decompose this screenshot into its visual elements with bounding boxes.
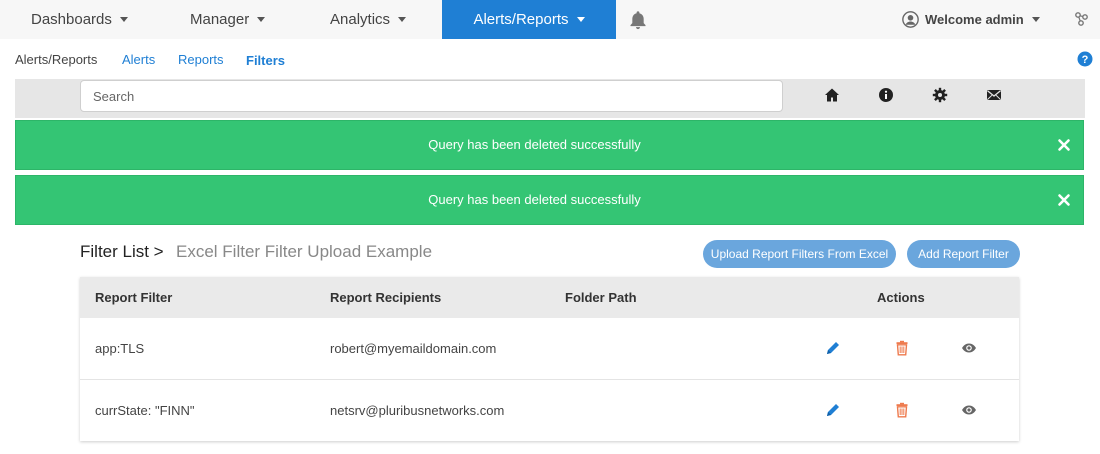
nav-analytics[interactable]: Analytics — [330, 0, 407, 39]
alert-message: Query has been deleted successfully — [428, 137, 641, 152]
bell-icon[interactable] — [627, 9, 649, 31]
subnav-reports[interactable]: Reports — [178, 52, 224, 67]
nav-alerts-reports[interactable]: Alerts/Reports — [442, 0, 616, 39]
nav-analytics-label: Analytics — [330, 11, 391, 28]
nav-dashboards[interactable]: Dashboards — [31, 0, 128, 39]
subnav-alerts-reports[interactable]: Alerts/Reports — [15, 52, 97, 67]
column-header-report-recipients: Report Recipients — [330, 290, 442, 305]
column-header-report-filter: Report Filter — [95, 290, 173, 305]
report-filter-table: Report Filter Report Recipients Folder P… — [80, 277, 1019, 441]
nav-manager-label: Manager — [190, 11, 250, 28]
table-row: app:TLS robert@myemaildomain.com — [80, 318, 1019, 379]
top-navbar: Dashboards Manager Analytics Alerts/Repo… — [0, 0, 1100, 39]
welcome-label: Welcome admin — [925, 12, 1024, 27]
cell-report-recipients: robert@myemaildomain.com — [330, 341, 497, 356]
network-icon[interactable] — [1074, 11, 1090, 27]
user-menu[interactable]: Welcome admin — [902, 0, 1040, 39]
close-icon[interactable] — [1057, 138, 1071, 152]
success-alert: Query has been deleted successfully — [15, 120, 1084, 170]
gear-icon[interactable] — [932, 87, 948, 103]
eye-icon[interactable] — [961, 340, 977, 356]
column-header-actions: Actions — [877, 290, 925, 305]
svg-text:?: ? — [1082, 54, 1089, 66]
user-circle-icon — [902, 10, 919, 28]
close-icon[interactable] — [1057, 193, 1071, 207]
home-icon[interactable] — [824, 87, 840, 103]
table-row: currState: "FINN" netsrv@pluribusnetwork… — [80, 379, 1019, 441]
success-alert: Query has been deleted successfully — [15, 175, 1084, 225]
subnav-filters[interactable]: Filters — [246, 53, 285, 68]
help-icon[interactable]: ? — [1077, 51, 1093, 67]
chevron-down-icon — [1031, 17, 1040, 23]
trash-icon[interactable] — [894, 340, 910, 356]
cell-report-filter: app:TLS — [95, 341, 145, 356]
filter-list-subtitle: Excel Filter Filter Upload Example — [176, 242, 433, 261]
subnav-alerts[interactable]: Alerts — [122, 52, 155, 67]
search-input[interactable] — [80, 80, 783, 112]
nav-alerts-reports-label: Alerts/Reports — [473, 11, 569, 28]
chevron-down-icon — [119, 16, 128, 22]
info-icon[interactable] — [878, 87, 894, 103]
mail-icon[interactable] — [986, 87, 1002, 103]
nav-dashboards-label: Dashboards — [31, 11, 112, 28]
filter-list-title: Filter List > — [80, 242, 164, 261]
chevron-down-icon — [257, 16, 266, 22]
trash-icon[interactable] — [894, 402, 910, 418]
add-report-filter-button[interactable]: Add Report Filter — [907, 240, 1020, 268]
chevron-down-icon — [398, 16, 407, 22]
edit-icon[interactable] — [825, 402, 841, 418]
table-header: Report Filter Report Recipients Folder P… — [80, 277, 1019, 318]
alert-message: Query has been deleted successfully — [428, 192, 641, 207]
cell-report-recipients: netsrv@pluribusnetworks.com — [330, 403, 505, 418]
nav-manager[interactable]: Manager — [190, 0, 266, 39]
chevron-down-icon — [576, 16, 585, 22]
upload-report-filters-button[interactable]: Upload Report Filters From Excel — [703, 240, 896, 268]
column-header-folder-path: Folder Path — [565, 290, 637, 305]
edit-icon[interactable] — [825, 340, 841, 356]
eye-icon[interactable] — [961, 402, 977, 418]
cell-report-filter: currState: "FINN" — [95, 403, 195, 418]
